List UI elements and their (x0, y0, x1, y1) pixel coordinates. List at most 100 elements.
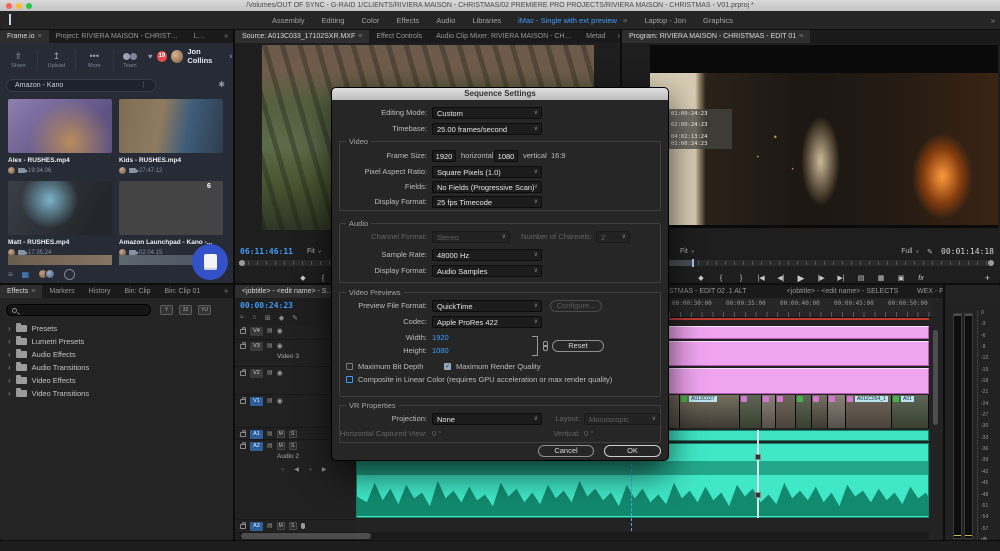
audio-display-format-select[interactable]: Audio Samples ∨ (432, 265, 542, 277)
heart-icon[interactable]: ♥ (148, 52, 153, 61)
panel-menu-icon[interactable]: ≡ (31, 288, 35, 295)
effects-filter-badge[interactable]: YU (198, 305, 211, 315)
tab-sequence-selects[interactable]: <jobtitle> - <edit name> - SELECTS (775, 285, 910, 298)
go-to-out-icon[interactable]: ▶| (837, 274, 845, 282)
minimize-window-button[interactable] (16, 2, 22, 9)
insert-track-icon[interactable]: ▤ (267, 369, 273, 378)
maximum-bit-depth-checkbox[interactable] (346, 363, 353, 370)
chevron-right-icon[interactable]: › (8, 324, 11, 333)
insert-track-icon[interactable]: ▤ (267, 327, 273, 336)
lock-icon[interactable] (240, 342, 246, 349)
keyframe-nav-icons[interactable]: ○ ◀ ○ ▶ (281, 466, 330, 473)
preview-width-value[interactable]: 1920 (432, 332, 449, 344)
chevron-right-icon[interactable]: › (8, 376, 11, 385)
tab-metadata[interactable]: Metad (579, 30, 612, 43)
effects-filter-badge[interactable]: 32 (179, 305, 192, 315)
video-clip[interactable]: A013C027 (680, 395, 740, 428)
track-target-v1[interactable]: V1 (250, 397, 263, 406)
tab-project[interactable]: Project: RIVIERA MAISON - CHRISTMAS - V0… (49, 30, 187, 43)
source-zoom-select[interactable]: Fit ∨ (307, 248, 321, 255)
workspace-overflow-icon[interactable]: » (986, 14, 1000, 27)
settings-wrench-icon[interactable]: ✎ (927, 248, 933, 256)
add-marker-icon[interactable]: ◆ (279, 314, 284, 322)
video-clip[interactable] (828, 395, 846, 428)
add-collaborator-button[interactable] (64, 268, 76, 280)
effects-folder-row[interactable]: › Audio Effects (0, 348, 233, 361)
video-clip[interactable] (796, 395, 812, 428)
workspace-menu-icon[interactable]: ≡ (623, 16, 627, 25)
solo-button[interactable]: S (288, 430, 297, 438)
track-visibility-icon[interactable]: ◉ (277, 342, 283, 351)
effects-folder-row[interactable]: › Presets (0, 322, 233, 335)
insert-track-icon[interactable]: ▤ (267, 342, 273, 351)
timeline-display-settings-icon[interactable]: ≈ (240, 314, 244, 322)
snap-icon[interactable]: ∩ (252, 314, 257, 322)
clip-card[interactable]: Alex - RUSHES.mp4 19:34.06 (8, 99, 112, 174)
extract-icon[interactable]: ▦ (877, 274, 885, 282)
workspace-tab-imac-single[interactable]: iMac - Single with ext preview (518, 16, 617, 25)
scrubber-handle[interactable] (988, 260, 994, 266)
button-editor-plus-icon[interactable]: + (985, 273, 990, 283)
add-marker-icon[interactable]: ◆ (697, 274, 705, 282)
preview-height-value[interactable]: 1080 (432, 345, 449, 357)
scrubber-handle[interactable] (239, 260, 245, 266)
reset-button[interactable]: Reset (552, 340, 604, 352)
go-to-in-icon[interactable]: |◀ (757, 274, 765, 282)
lock-icon[interactable] (240, 397, 246, 404)
cancel-button[interactable]: Cancel (538, 445, 594, 457)
workspace-tab-effects[interactable]: Effects (396, 16, 419, 25)
chevron-right-icon[interactable]: › (8, 337, 11, 346)
tab-bin-clip[interactable]: Bin: Clip (117, 285, 157, 298)
chevron-right-icon[interactable]: › (8, 350, 11, 359)
track-target-a1[interactable]: A1 (250, 430, 263, 439)
chevron-right-icon[interactable]: › (8, 363, 11, 372)
lock-icon[interactable] (240, 522, 246, 529)
playhead-marker[interactable] (692, 259, 694, 267)
video-clip[interactable] (776, 395, 796, 428)
composite-linear-checkbox[interactable] (346, 376, 353, 383)
preview-file-format-select[interactable]: QuickTime ∨ (432, 300, 542, 312)
lift-icon[interactable]: ▤ (857, 274, 865, 282)
video-clip[interactable]: A01 (892, 395, 929, 428)
notifications-badge[interactable]: 19 (156, 50, 168, 62)
export-frame-icon[interactable]: ▣ (897, 274, 905, 282)
panel-overflow-icon[interactable]: » (219, 30, 233, 43)
fields-select[interactable]: No Fields (Progressive Scan) ∨ (432, 181, 542, 193)
video-clip[interactable] (762, 395, 776, 428)
playback-resolution-select[interactable]: Full ∨ (901, 248, 919, 255)
mark-in-icon[interactable]: { (319, 275, 327, 282)
tab-program[interactable]: Program: RIVIERA MAISON - CHRISTMAS - ED… (622, 30, 811, 43)
solo-button[interactable]: S (288, 522, 297, 530)
tab-source[interactable]: Source: A013C033_17102SXR.MXF ≡ (235, 30, 370, 43)
solo-button[interactable]: S (288, 442, 297, 450)
gear-icon[interactable]: ✱ (218, 80, 225, 89)
track-target-v3[interactable]: V3 (250, 342, 263, 351)
panel-overflow-icon[interactable]: » (219, 285, 233, 298)
editing-mode-select[interactable]: Custom ∨ (432, 107, 542, 119)
video-thumbnail[interactable] (8, 99, 112, 153)
timeline-settings-wrench-icon[interactable]: ✎ (292, 314, 298, 322)
lock-icon[interactable] (240, 430, 246, 437)
workspace-tab-laptop-jon[interactable]: Laptop - Jon (644, 16, 686, 25)
panel-menu-icon[interactable]: ≡ (358, 33, 362, 40)
track-visibility-icon[interactable]: ◉ (277, 327, 283, 336)
fx-button-editor-icon[interactable]: fx (917, 275, 925, 282)
workspace-tab-libraries[interactable]: Libraries (472, 16, 501, 25)
play-icon[interactable]: ▶ (797, 273, 805, 284)
dialog-title[interactable]: Sequence Settings (332, 88, 668, 100)
maximum-render-quality-checkbox[interactable]: ✓ (444, 363, 451, 370)
program-zoom-select[interactable]: Fit ∨ (680, 248, 694, 255)
track-target-a3[interactable]: A3 (250, 522, 263, 531)
vertical-scrollbar[interactable] (933, 330, 938, 425)
panel-menu-icon[interactable]: ≡ (799, 33, 803, 40)
mark-in-icon[interactable]: { (717, 275, 725, 282)
clip-card[interactable]: Matt - RUSHES.mp4 17:35.24 (8, 181, 112, 256)
horizontal-scrollbar[interactable] (239, 532, 929, 539)
tab-markers[interactable]: Markers (42, 285, 81, 298)
timeline-timecode[interactable]: 00:00:24:23 (240, 301, 293, 310)
effects-folder-row[interactable]: › Lumetri Presets (0, 335, 233, 348)
tab-frameio[interactable]: Frame.io ≡ (0, 30, 49, 43)
sample-rate-select[interactable]: 48000 Hz ∨ (432, 249, 542, 261)
share-button[interactable]: ⇧ Share (0, 49, 38, 71)
clip-card[interactable]: Kids - RUSHES.mp4 27:47.12 (119, 99, 223, 174)
